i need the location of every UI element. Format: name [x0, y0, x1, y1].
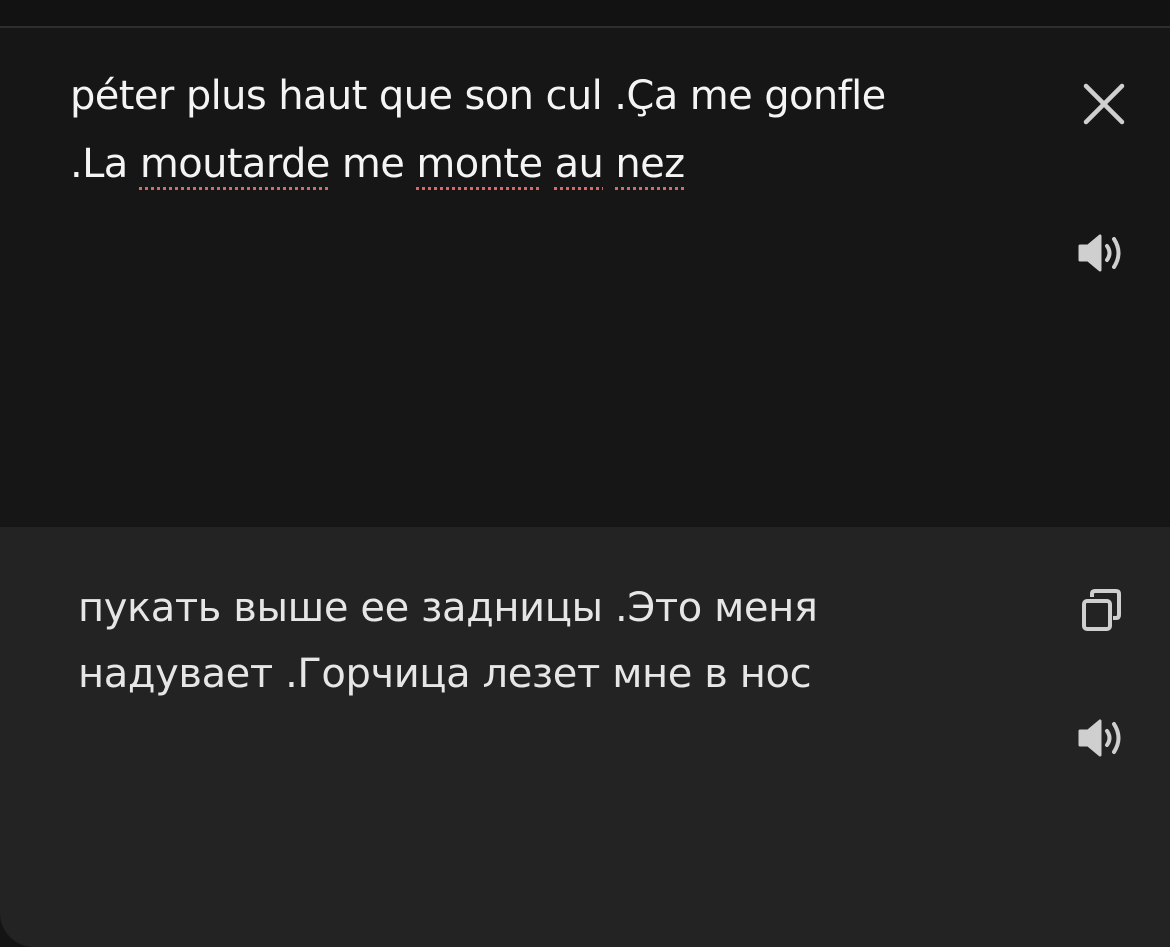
- source-line-2: .La moutarde me monte au nez: [70, 130, 1030, 198]
- source-text-segment: péter plus haut que son cul .Ça me gonfl…: [70, 73, 886, 119]
- top-strip: [0, 0, 1170, 26]
- speaker-icon: [1078, 719, 1121, 757]
- source-text-segment: [542, 141, 554, 187]
- source-text-segment: [603, 141, 615, 187]
- translation-panel: пукать выше ее задницы .Это меня надувае…: [0, 527, 1170, 947]
- copy-translation-button[interactable]: [1076, 587, 1128, 639]
- misspelled-word[interactable]: moutarde: [140, 141, 331, 187]
- copy-icon: [1082, 589, 1121, 631]
- listen-translation-button[interactable]: [1074, 713, 1134, 763]
- translation-line-2: надувает .Горчица лезет мне в нос: [78, 651, 812, 697]
- source-text-segment: .La: [70, 141, 140, 187]
- clear-text-button[interactable]: [1078, 78, 1130, 130]
- misspelled-word[interactable]: nez: [615, 141, 685, 187]
- source-text-segment: me: [329, 141, 417, 187]
- translation-line-1: пукать выше ее задницы .Это меня: [78, 585, 818, 631]
- source-text-input[interactable]: péter plus haut que son cul .Ça me gonfl…: [70, 62, 1030, 198]
- source-line-1: péter plus haut que son cul .Ça me gonfl…: [70, 62, 1030, 130]
- listen-source-button[interactable]: [1074, 228, 1134, 278]
- speaker-icon: [1078, 234, 1121, 272]
- misspelled-word[interactable]: monte: [416, 141, 543, 187]
- source-panel: péter plus haut que son cul .Ça me gonfl…: [0, 28, 1170, 527]
- close-icon: [1083, 83, 1125, 125]
- translation-text: пукать выше ее задницы .Это меня надувае…: [78, 575, 978, 707]
- misspelled-word[interactable]: au: [555, 141, 604, 187]
